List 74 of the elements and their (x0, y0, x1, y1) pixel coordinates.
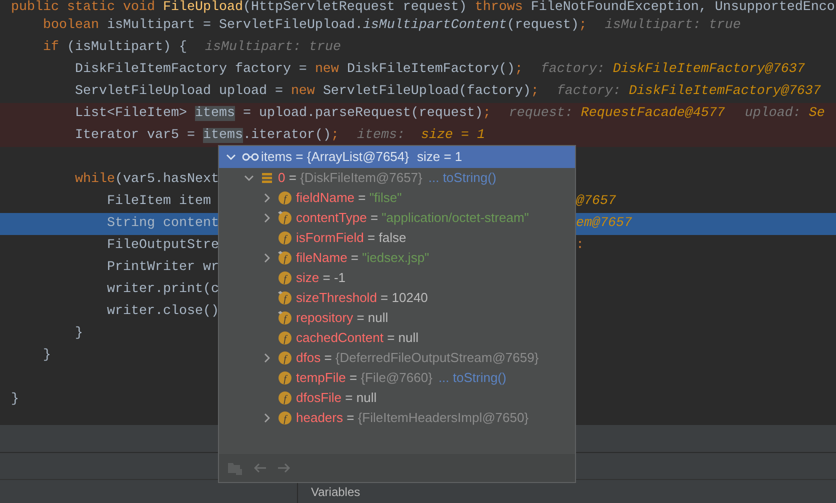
code-text: } (42, 347, 51, 365)
tree-label: 0 = {DiskFileItem@7657} (278, 169, 422, 187)
tree-row[interactable]: f fieldName = "filse" (219, 188, 575, 208)
tree-row[interactable]: f cachedContent = null (219, 328, 575, 348)
inline-hint: factory: DiskFileItemFactory@7637 (556, 83, 821, 101)
tree-row[interactable]: f fileName = "iedsex.jsp" (219, 248, 575, 268)
object-icon (260, 171, 274, 185)
inline-hint: @7657 (576, 193, 617, 211)
inline-hint: isMultipart: true (204, 39, 341, 57)
code-text: if (isMultipart) { (42, 39, 187, 57)
tree-label: tempFile = {File@7660} (296, 369, 432, 387)
code-text: } (11, 391, 19, 409)
tree-label: fileName = "iedsex.jsp" (296, 249, 430, 267)
field-icon: f (278, 391, 292, 405)
tree-label: dfos = {DeferredFileOutputStream@7659} (296, 349, 539, 367)
tree-row[interactable]: f tempFile = {File@7660} ... toString() (219, 368, 575, 388)
tree-row[interactable]: f dfosFile = null (219, 388, 575, 408)
inline-hint: em@7657 (576, 215, 633, 233)
tree-label: isFormField = false (296, 229, 406, 247)
tree-label: repository = null (296, 309, 388, 327)
code-text: FileItem item (106, 193, 212, 211)
inline-hint: isMultipart: true (604, 17, 741, 35)
tree-label: fieldName = "filse" (296, 189, 402, 207)
field-icon: f (278, 231, 292, 245)
inline-hint: upload: Se (744, 105, 825, 123)
field-icon: f (278, 211, 292, 225)
field-icon: f (278, 311, 292, 325)
field-icon: f (278, 331, 292, 345)
tree-row[interactable]: f isFormField = false (219, 228, 575, 248)
tree-row[interactable]: f size = -1 (219, 268, 575, 288)
code-text: PrintWriter wr (106, 259, 219, 277)
tree-label: items = {ArrayList@7654} (261, 148, 409, 166)
tree-row[interactable]: f contentType = "application/octet-stream" (219, 208, 575, 228)
field-icon: f (278, 411, 292, 425)
tree-label: size = -1 (296, 269, 346, 287)
code-text: FileOutputStre (106, 237, 218, 255)
inline-hint: : (576, 237, 585, 255)
tree-row[interactable]: f headers = {FileItemHeadersImpl@7650} (219, 408, 575, 428)
inline-hint: request: RequestFacade@4577 (508, 105, 725, 123)
tree-row[interactable]: 0 = {DiskFileItem@7657} ... toString() (219, 168, 575, 188)
code-text: DiskFileItemFactory factory = new DiskFileItemFactory(); (74, 61, 523, 79)
tree-row[interactable]: f dfos = {DeferredFileOutputStream@7659} (219, 348, 575, 368)
code-text: String content (106, 215, 218, 233)
code-text: writer.close() (106, 303, 219, 321)
code-text: List<FileItem> items = upload.parseRequest(request); (74, 105, 491, 123)
code-text: } (74, 325, 83, 343)
field-icon: f (278, 251, 292, 265)
tree-label: cachedContent = null (296, 329, 419, 347)
inline-hint: factory: DiskFileItemFactory@7637 (540, 61, 805, 79)
code-text: writer.print(c (106, 281, 219, 299)
tree-row[interactable]: f repository = null (219, 308, 575, 328)
field-icon: f (278, 191, 292, 205)
tree-label: sizeThreshold = 10240 (296, 289, 428, 307)
tree-row[interactable]: f sizeThreshold = 10240 (219, 288, 575, 308)
back-arrow-icon[interactable] (253, 463, 267, 473)
field-icon: f (278, 371, 292, 385)
field-icon: f (278, 291, 292, 305)
tostring-link[interactable]: ... toString() (428, 168, 496, 188)
field-icon: f (278, 351, 292, 365)
forward-arrow-icon[interactable] (277, 463, 291, 473)
tree-row[interactable]: items = {ArrayList@7654} size = 1 (219, 146, 575, 168)
inline-hint: items: size = 1 (356, 127, 485, 145)
field-icon: f (278, 271, 292, 285)
code-text: ServletFileUpload upload = new ServletFileUpload(factory); (74, 83, 539, 101)
tree-label: headers = {FileItemHeadersImpl@7650} (296, 409, 529, 427)
code-text: Iterator var5 = items.iterator(); (74, 127, 339, 145)
tree-label: dfosFile = null (296, 389, 377, 407)
code-text: while(var5.hasNext (74, 171, 219, 189)
glasses-icon (242, 153, 259, 161)
code-text: boolean isMultipart = ServletFileUpload.isMultipartContent(request); (42, 17, 587, 35)
tree-label: contentType = "application/octet-stream" (296, 209, 529, 227)
code-text: public static void FileUpload(HttpServletRequest request) throws FileNotFoundException, UnsupportedEnco (11, 0, 835, 15)
size-label: size = 1 (416, 148, 462, 166)
tostring-link[interactable]: ... toString() (438, 368, 506, 388)
